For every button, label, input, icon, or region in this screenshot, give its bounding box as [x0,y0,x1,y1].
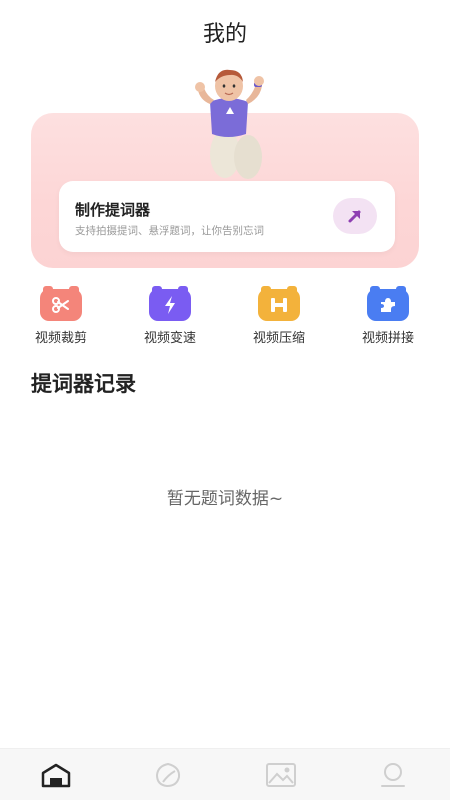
profile-icon [381,763,405,787]
tab-gallery[interactable] [264,758,298,792]
bottom-tab-bar [0,748,450,800]
tool-video-speed[interactable]: 视频变速 [125,286,215,346]
tab-discover[interactable] [151,758,185,792]
card-title: 制作提词器 [75,201,151,219]
records-title: 提词器记录 [31,372,136,396]
compress-icon [258,286,300,321]
card-subtitle: 支持拍摄提词、悬浮题词，让你告别忘词 [75,225,264,237]
tool-label: 视频拼接 [361,331,414,346]
go-button[interactable] [333,198,377,234]
page-title: 我的 [202,22,247,47]
scissors-icon [40,286,82,321]
arrow-up-right-icon [348,210,361,223]
home-icon [41,763,71,788]
make-teleprompter-card[interactable]: 制作提词器 支持拍摄提词、悬浮题词，让你告别忘词 [59,181,395,252]
tool-label: 视频裁剪 [34,331,87,346]
tool-video-crop[interactable]: 视频裁剪 [16,286,106,346]
leaf-icon [155,762,181,788]
empty-state-text: 暂无题词数据~ [166,489,284,509]
tool-grid: 视频裁剪 视频变速 视频压缩 视频拼接 [0,286,450,349]
tool-label: 视频变速 [143,331,196,346]
lightning-icon [149,286,191,321]
tool-label: 视频压缩 [252,331,305,346]
character-illustration [195,69,264,179]
image-icon [266,763,296,787]
puzzle-icon [367,286,409,321]
tool-video-join[interactable]: 视频拼接 [343,286,433,346]
tab-home[interactable] [39,758,73,792]
tool-video-compress[interactable]: 视频压缩 [234,286,324,346]
tab-profile[interactable] [376,758,410,792]
